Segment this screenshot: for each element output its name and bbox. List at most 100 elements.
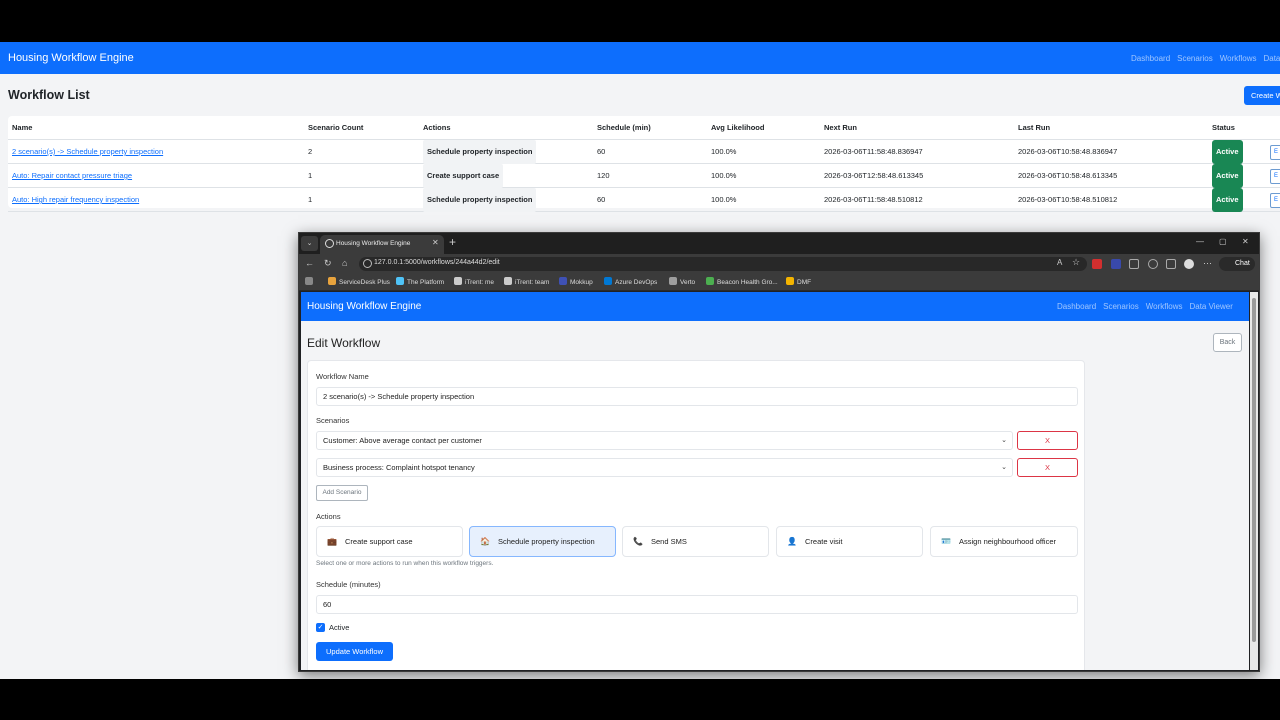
favorite-label: ServiceDesk Plus	[339, 279, 390, 286]
tab-actions-menu-icon[interactable]: ⌄	[301, 236, 318, 251]
favorite-link[interactable]: iTrent: me	[454, 277, 494, 288]
edit-button[interactable]: E	[1270, 193, 1280, 208]
favorite-star-icon[interactable]: ☆	[1072, 257, 1080, 268]
favorite-link[interactable]: DMF	[786, 277, 811, 288]
maximize-icon[interactable]: ▢	[1219, 237, 1227, 246]
action-option[interactable]: 🪪 Assign neighbourhood officer	[930, 526, 1078, 557]
workflow-name-link-text[interactable]: 2 scenario(s) -> Schedule property inspe…	[12, 147, 163, 156]
extension-icon[interactable]	[1092, 259, 1102, 269]
favorite-site-icon	[706, 277, 714, 285]
last-run-cell: 2026-03-06T10:58:48.613345	[1018, 171, 1118, 180]
favorite-link[interactable]: The Platform	[396, 277, 444, 288]
minimize-icon[interactable]: —	[1196, 237, 1204, 246]
nav-data[interactable]: Data	[1263, 54, 1280, 63]
scenario-count-cell: 1	[308, 195, 313, 204]
split-screen-icon[interactable]	[1129, 259, 1139, 269]
workflow-name-link[interactable]: 2 scenario(s) -> Schedule property inspe…	[12, 140, 163, 164]
page-scrollbar[interactable]	[1250, 292, 1258, 670]
workflow-name-link[interactable]: Auto: Repair contact pressure triage	[12, 164, 132, 188]
chat-label: Chat	[1235, 260, 1250, 267]
top-navbar: Housing Workflow Engine Dashboard Scenar…	[301, 292, 1249, 321]
active-checkbox[interactable]: ✓	[316, 623, 325, 632]
favorite-label: DMF	[797, 279, 812, 286]
nav-data-viewer[interactable]: Data Viewer	[1189, 302, 1232, 311]
favorite-link[interactable]: Beacon Health Gro...	[706, 277, 778, 288]
nav-scenarios[interactable]: Scenarios	[1103, 302, 1139, 311]
favorite-link[interactable]: Verto	[669, 277, 695, 288]
tab-title: Housing Workflow Engine	[336, 240, 411, 247]
profile-avatar[interactable]	[1184, 259, 1194, 269]
schedule-minutes-input[interactable]: 60	[316, 595, 1078, 614]
action-option[interactable]: 👤 Create visit	[776, 526, 923, 557]
performance-icon[interactable]	[1148, 259, 1158, 269]
read-aloud-icon[interactable]: A	[1057, 258, 1062, 267]
schedule-label: Schedule (minutes)	[316, 580, 381, 589]
edit-button[interactable]: E	[1270, 145, 1280, 160]
browser-tab-active[interactable]: Housing Workflow Engine ✕	[320, 235, 444, 254]
add-scenario-button[interactable]: Add Scenario	[316, 485, 368, 501]
scenario-select-2[interactable]: Business process: Complaint hotspot tena…	[316, 458, 1013, 477]
action-option[interactable]: 🏠 Schedule property inspection	[469, 526, 616, 557]
favorite-label: iTrent: team	[515, 279, 550, 286]
edit-button[interactable]: E	[1270, 169, 1280, 184]
home-icon[interactable]: ⌂	[342, 258, 347, 268]
favorite-label: iTrent: me	[465, 279, 495, 286]
status-badge-text: Active	[1212, 188, 1243, 212]
favorite-link[interactable]: Mokkup	[559, 277, 593, 288]
action-option-label: Schedule property inspection	[498, 537, 595, 546]
action-option[interactable]: 📞 Send SMS	[622, 526, 769, 557]
remove-scenario-button[interactable]: X	[1017, 458, 1078, 477]
back-arrow-icon[interactable]: ←	[305, 258, 314, 268]
workflow-name-link-text[interactable]: Auto: High repair frequency inspection	[12, 195, 139, 204]
favorites-icon[interactable]	[1166, 259, 1176, 269]
remove-scenario-button[interactable]: X	[1017, 431, 1078, 450]
scenario-count-cell: 2	[308, 147, 313, 156]
shield-extension-icon[interactable]	[1111, 259, 1121, 269]
copilot-chat-button[interactable]: Chat	[1219, 257, 1255, 271]
nav-scenarios[interactable]: Scenarios	[1177, 54, 1213, 63]
favorite-link[interactable]: iTrent: team	[504, 277, 549, 288]
more-menu-icon[interactable]: ⋯	[1203, 258, 1212, 269]
nav-dashboard[interactable]: Dashboard	[1131, 54, 1170, 63]
nav-workflows[interactable]: Workflows	[1220, 54, 1257, 63]
brand-link[interactable]: Housing Workflow Engine	[307, 301, 421, 312]
favorite-site-icon	[559, 277, 567, 285]
update-workflow-button[interactable]: Update Workflow	[316, 642, 393, 661]
action-chip-text: Create support case	[423, 164, 504, 188]
chevron-down-icon: ⌄	[1001, 437, 1007, 444]
schedule-cell: 60	[597, 147, 606, 156]
refresh-icon[interactable]: ↻	[324, 258, 332, 269]
nav-workflows[interactable]: Workflows	[1146, 302, 1183, 311]
likelihood-cell: 100.0%	[711, 195, 737, 204]
close-window-icon[interactable]: ✕	[1242, 237, 1249, 246]
url-text: 127.0.0.1:5000/workflows/244a44d2/edit	[374, 259, 500, 266]
browser-window: ⌄ Housing Workflow Engine ✕ + — ▢ ✕ ← ↻ …	[298, 232, 1260, 672]
scenario-select-1[interactable]: Customer: Above average contact per cust…	[316, 431, 1013, 450]
create-workflow-button[interactable]: Create W	[1244, 86, 1280, 105]
back-button[interactable]: Back	[1213, 333, 1242, 352]
workflow-name-label: Workflow Name	[316, 372, 369, 381]
action-option[interactable]: 💼 Create support case	[316, 526, 463, 557]
favorites-folder-icon[interactable]	[305, 277, 316, 288]
workflow-name-link[interactable]: Auto: High repair frequency inspection	[12, 188, 139, 212]
edit-workflow-form: Workflow Name 2 scenario(s) -> Schedule …	[307, 360, 1085, 670]
workflow-name-input[interactable]: 2 scenario(s) -> Schedule property inspe…	[316, 387, 1078, 406]
scenarios-label: Scenarios	[316, 416, 350, 425]
workflow-name-link-text[interactable]: Auto: Repair contact pressure triage	[12, 171, 132, 180]
column-header: Scenario Count	[308, 123, 364, 132]
address-bar[interactable]: 127.0.0.1:5000/workflows/244a44d2/edit A…	[359, 257, 1087, 271]
new-tab-icon[interactable]: +	[449, 235, 456, 249]
favorite-site-icon	[669, 277, 677, 285]
page-title: Edit Workflow	[307, 336, 381, 350]
badge-icon: 🪪	[941, 537, 951, 546]
favorite-link[interactable]: ServiceDesk Plus	[328, 277, 390, 288]
action-option-label: Assign neighbourhood officer	[959, 537, 1057, 546]
site-info-icon[interactable]	[363, 259, 372, 268]
brand-link[interactable]: Housing Workflow Engine	[8, 52, 134, 64]
table-row: Auto: High repair frequency inspection 1 S…	[8, 188, 1280, 212]
favorite-link[interactable]: Azure DevOps	[604, 277, 657, 288]
scrollbar-thumb[interactable]	[1252, 298, 1256, 642]
table-row: Auto: Repair contact pressure triage 1 Cre…	[8, 164, 1280, 188]
nav-dashboard[interactable]: Dashboard	[1057, 302, 1096, 311]
tab-close-icon[interactable]: ✕	[432, 238, 439, 247]
